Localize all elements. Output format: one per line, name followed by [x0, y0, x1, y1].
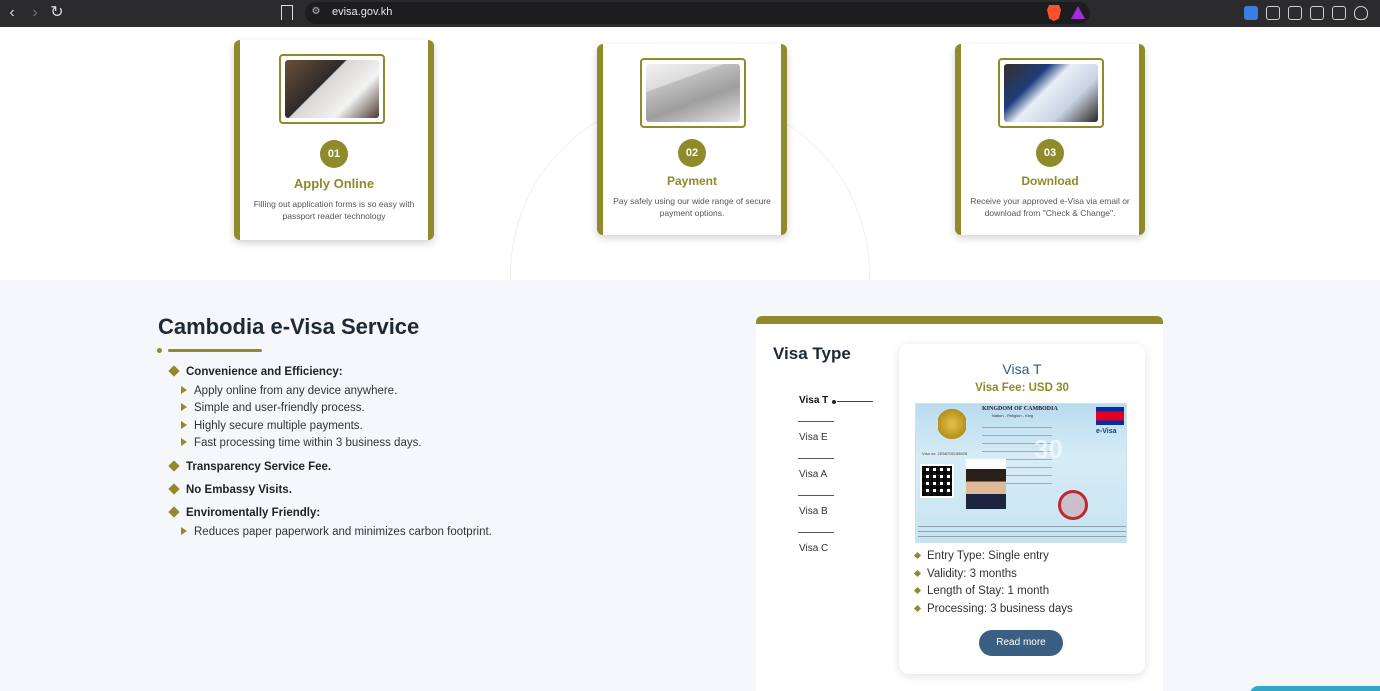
back-icon[interactable]: ‹: [3, 4, 21, 22]
triangle-right-icon: [181, 421, 187, 429]
title-underline: [168, 349, 262, 352]
cambodia-emblem-icon: [938, 408, 966, 440]
diamond-icon: [913, 552, 922, 560]
triangle-right-icon: [181, 527, 187, 535]
diamond-icon: [913, 587, 922, 595]
service-title: Cambodia e-Visa Service: [158, 314, 420, 339]
tab-visa-c[interactable]: Visa C: [799, 543, 828, 554]
tab-divider: [798, 532, 834, 533]
applicant-photo: [966, 459, 1006, 509]
sidebar-icon[interactable]: [1288, 6, 1302, 20]
visa-fee: Visa Fee: USD 30: [975, 382, 1069, 394]
extensions-icon[interactable]: [1266, 6, 1280, 20]
tab-divider: [798, 421, 834, 422]
step-image: [998, 58, 1104, 128]
feature-subitem: Apply online from any device anywhere.: [181, 385, 397, 397]
title-underline-dot: [157, 348, 162, 353]
diamond-icon: [168, 483, 180, 495]
browser-toolbar: ‹ › ↻ ⚙ evisa.gov.kh: [0, 0, 1380, 27]
feature-item: Transparency Service Fee.: [168, 460, 331, 473]
qr-code-icon: [920, 464, 954, 498]
triangle-right-icon: [181, 403, 187, 411]
address-bar[interactable]: [305, 2, 1090, 24]
download-icon[interactable]: [1244, 6, 1258, 20]
url-text[interactable]: evisa.gov.kh: [332, 6, 392, 18]
step-image: [279, 54, 385, 124]
step-number-badge: 01: [320, 140, 348, 168]
step-title: Download: [1021, 174, 1079, 188]
visa-image-motto-text: Nation - Religion - King: [992, 413, 1034, 418]
read-more-button[interactable]: Read more: [979, 630, 1063, 656]
visa-detail-item: Processing: 3 business days: [913, 603, 1073, 615]
visa-image-number: Visa no: 2R58705159828: [922, 451, 968, 456]
active-tab-indicator: [832, 400, 836, 404]
tab-visa-e[interactable]: Visa E: [799, 432, 828, 443]
evisa-logo: e-Visa: [1096, 428, 1117, 435]
visa-detail-item: Validity: 3 months: [913, 568, 1017, 580]
visa-image-kingdom-text: KINGDOM OF CAMBODIA: [982, 406, 1058, 412]
visa-image-mrz: [918, 522, 1126, 540]
chat-widget-tab[interactable]: [1250, 686, 1380, 691]
tab-visa-t[interactable]: Visa T: [799, 395, 828, 406]
visa-detail-item: Length of Stay: 1 month: [913, 585, 1049, 597]
tab-visa-a[interactable]: Visa A: [799, 469, 827, 480]
reload-icon[interactable]: ↻: [48, 4, 66, 22]
feature-item: Enviromentally Friendly:: [168, 506, 320, 519]
feature-subitem: Highly secure multiple payments.: [181, 420, 363, 432]
step-number-badge: 02: [678, 139, 706, 167]
bookmark-icon[interactable]: [281, 5, 293, 20]
step-description: Pay safely using our wide range of secur…: [613, 196, 771, 218]
feature-subitem: Fast processing time within 3 business d…: [181, 437, 422, 449]
step-card-apply: 01 Apply Online Filling out application …: [234, 40, 434, 240]
visa-name: Visa T: [1002, 361, 1042, 377]
tab-visa-b[interactable]: Visa B: [799, 506, 828, 517]
step-title: Payment: [666, 174, 718, 188]
step-card-download: 03 Download Receive your approved e-Visa…: [955, 44, 1145, 235]
triangle-right-icon: [181, 386, 187, 394]
step-image: [640, 58, 746, 128]
step-description: Receive your approved e-Visa via email o…: [970, 196, 1130, 218]
diamond-icon: [168, 365, 180, 377]
ai-icon[interactable]: [1332, 6, 1346, 20]
feature-item: No Embassy Visits.: [168, 483, 292, 496]
feature-subitem: Simple and user-friendly process.: [181, 402, 365, 414]
step-card-payment: 02 Payment Pay safely using our wide ran…: [597, 44, 787, 235]
diamond-icon: [168, 460, 180, 472]
site-info-icon[interactable]: ⚙: [310, 6, 322, 18]
feature-item: Convenience and Efficiency:: [168, 365, 343, 378]
active-tab-line: [837, 401, 873, 402]
diamond-icon: [913, 605, 922, 613]
forward-icon[interactable]: ›: [26, 4, 44, 22]
vpn-shield-icon[interactable]: [1354, 6, 1368, 20]
step-number-badge: 03: [1036, 139, 1064, 167]
triangle-right-icon: [181, 438, 187, 446]
tab-divider: [798, 458, 834, 459]
visa-detail-item: Entry Type: Single entry: [913, 550, 1049, 562]
step-title: Apply Online: [293, 176, 375, 191]
step-description: Filling out application forms is so easy…: [253, 199, 415, 221]
visa-type-title: Visa Type: [773, 344, 851, 363]
feature-subitem: Reduces paper paperwork and minimizes ca…: [181, 526, 492, 538]
diamond-icon: [913, 570, 922, 578]
cambodia-flag-icon: [1096, 407, 1124, 425]
visa-image-amount: 30: [1034, 434, 1063, 464]
rewards-icon[interactable]: [1071, 6, 1085, 19]
official-stamp-icon: [1058, 490, 1088, 520]
wallet-icon[interactable]: [1310, 6, 1324, 20]
tab-divider: [798, 495, 834, 496]
diamond-icon: [168, 506, 180, 518]
visa-sample-image: KINGDOM OF CAMBODIA Nation - Religion - …: [915, 403, 1127, 543]
